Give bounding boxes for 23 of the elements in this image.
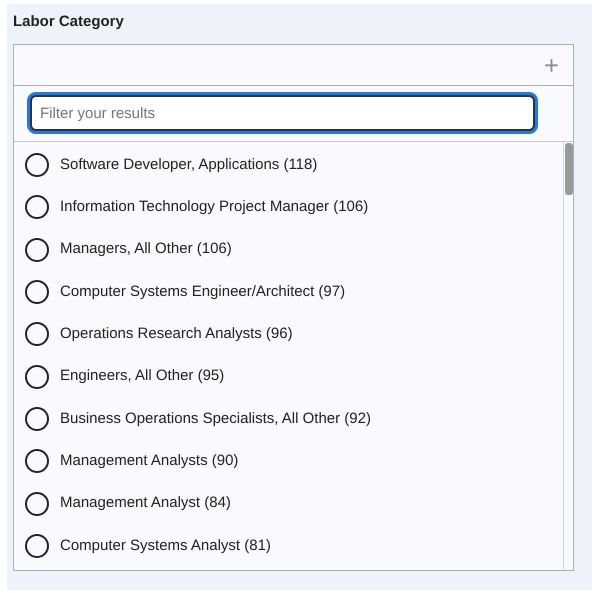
radio-button[interactable]: [25, 153, 49, 178]
section-title: Labor Category: [13, 12, 125, 32]
radio-button[interactable]: [25, 449, 49, 474]
option-label[interactable]: Information Technology Project Manager (106): [60, 196, 368, 219]
option-label[interactable]: Management Analysts (90): [60, 450, 238, 472]
radio-button[interactable]: [25, 364, 49, 389]
option-label[interactable]: Business Operations Specialists, All Other (92): [60, 408, 371, 430]
option-label[interactable]: Operations Research Analysts (96): [60, 323, 293, 346]
option-label[interactable]: Management Analyst (84): [60, 492, 231, 515]
option-label[interactable]: Engineers, All Other (95): [60, 365, 224, 388]
option-label[interactable]: Managers, All Other (106): [60, 238, 232, 261]
radio-button[interactable]: [25, 534, 49, 558]
radio-button[interactable]: [25, 195, 49, 220]
option-label[interactable]: Software Developer, Applications (118): [60, 154, 318, 176]
radio-button[interactable]: [25, 280, 49, 304]
radio-button[interactable]: [25, 322, 49, 346]
scrollbar[interactable]: [563, 142, 573, 570]
radio-button[interactable]: [25, 492, 49, 516]
radio-button[interactable]: [25, 406, 49, 431]
option-label[interactable]: Computer Systems Analyst (81): [60, 534, 271, 558]
filter-field[interactable]: Filter your results: [30, 95, 535, 131]
radio-button[interactable]: [25, 238, 49, 262]
option-label[interactable]: Computer Systems Engineer/Architect (97): [60, 280, 346, 304]
